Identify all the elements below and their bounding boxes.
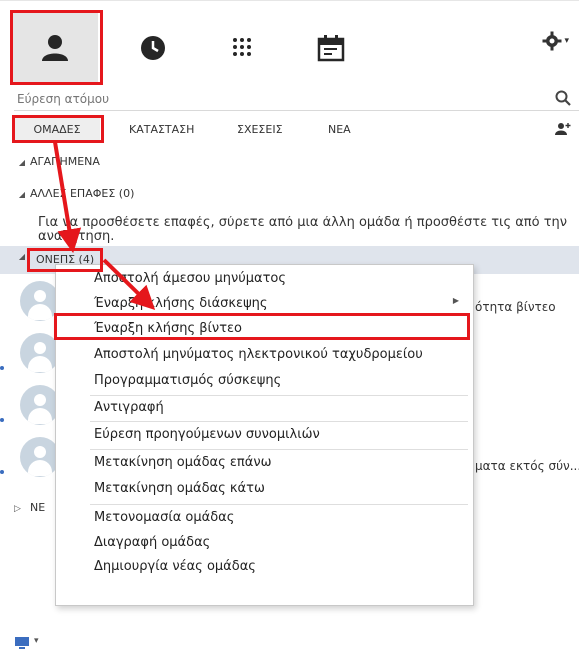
annotation-arrows bbox=[53, 141, 156, 311]
chevron-down-icon[interactable]: ▾ bbox=[34, 636, 39, 646]
arrow-to-group bbox=[53, 141, 82, 254]
device-icon[interactable] bbox=[14, 636, 32, 650]
arrow-to-video-call bbox=[102, 258, 156, 311]
status-footer: ▾ bbox=[0, 630, 579, 654]
